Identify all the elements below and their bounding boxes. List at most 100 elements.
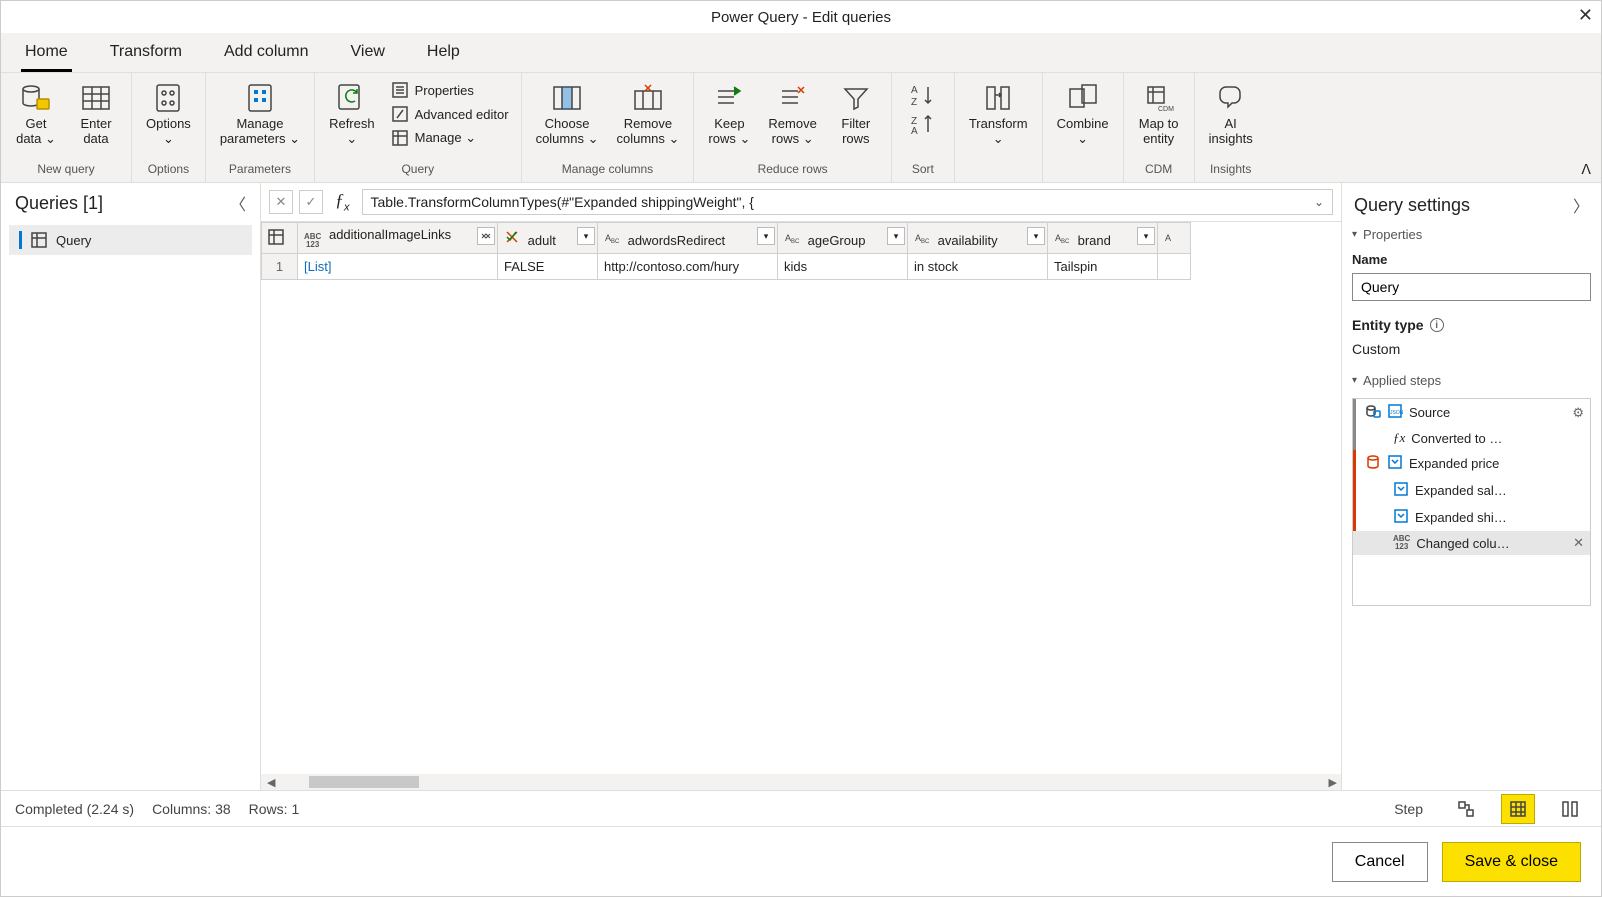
tab-add-column[interactable]: Add column: [220, 37, 313, 72]
col-label: adult: [528, 233, 556, 248]
manage-parameters-button[interactable]: Manage parameters ⌄: [214, 77, 306, 151]
type-text-icon: A: [1164, 229, 1180, 245]
combine-icon: [1066, 81, 1100, 115]
col-filter-button[interactable]: ▾: [887, 227, 905, 245]
cancel-button[interactable]: Cancel: [1332, 842, 1428, 882]
advanced-editor-button[interactable]: Advanced editor: [387, 103, 513, 125]
ribbon-group-transform: Transform ⌄: [955, 73, 1043, 182]
schema-view-button[interactable]: [1553, 794, 1587, 824]
col-filter-button[interactable]: ▾: [1137, 227, 1155, 245]
horizontal-scrollbar[interactable]: ◀ ▶: [261, 774, 1341, 790]
data-grid[interactable]: ABC123 additionalImageLinks adult ▾ ABC: [261, 222, 1341, 774]
col-brand[interactable]: ABC brand ▾: [1048, 223, 1158, 254]
settings-collapse-icon[interactable]: 〉: [1573, 193, 1589, 217]
step-nav-button[interactable]: Step: [1380, 797, 1431, 821]
filter-rows-button[interactable]: Filter rows: [829, 77, 883, 151]
manage-button[interactable]: Manage ⌄: [387, 127, 513, 149]
cell[interactable]: [1158, 254, 1191, 280]
group-label-combine: [1081, 160, 1084, 180]
formula-text: Table.TransformColumnTypes(#"Expanded sh…: [371, 194, 754, 210]
ribbon-group-query: Refresh ⌄ Properties Advanced editor Man…: [315, 73, 521, 182]
cell[interactable]: Tailspin: [1048, 254, 1158, 280]
col-filter-button[interactable]: ▾: [577, 227, 595, 245]
combine-button[interactable]: Combine ⌄: [1051, 77, 1115, 151]
options-button[interactable]: Options ⌄: [140, 77, 197, 151]
transform-button[interactable]: Transform ⌄: [963, 77, 1034, 151]
step-expanded-price[interactable]: Expanded price: [1353, 450, 1590, 477]
properties-section-toggle[interactable]: Properties: [1352, 227, 1591, 242]
formula-bar: ✕ ✓ ƒx Table.TransformColumnTypes(#"Expa…: [261, 183, 1341, 222]
grid-icon: [79, 81, 113, 115]
choose-columns-button[interactable]: Choose columns ⌄: [530, 77, 605, 151]
keep-rows-button[interactable]: Keep rows ⌄: [702, 77, 756, 151]
status-rows: Rows: 1: [249, 801, 300, 817]
formula-cancel-button[interactable]: ✕: [269, 190, 293, 214]
combine-label: Combine ⌄: [1057, 117, 1109, 147]
queries-collapse-icon[interactable]: 〈: [230, 191, 246, 215]
tab-transform[interactable]: Transform: [106, 37, 186, 72]
fx-icon: ƒx: [1393, 430, 1405, 446]
window-title: Power Query - Edit queries: [711, 9, 891, 26]
cell[interactable]: kids: [778, 254, 908, 280]
step-label: Step: [1394, 801, 1423, 817]
query-name-input[interactable]: [1352, 273, 1591, 301]
applied-steps-list: JSON Source ⚙ ƒx Converted to … Expanded…: [1352, 398, 1591, 606]
col-availability[interactable]: ABC availability ▾: [908, 223, 1048, 254]
step-converted[interactable]: ƒx Converted to …: [1353, 426, 1590, 450]
ribbon-group-sort: AZ ZA Sort: [892, 73, 955, 182]
grid-view-button[interactable]: [1501, 794, 1535, 824]
svg-text:A: A: [1165, 233, 1171, 243]
remove-rows-button[interactable]: Remove rows ⌄: [762, 77, 822, 151]
info-icon[interactable]: i: [1430, 318, 1444, 332]
ai-insights-button[interactable]: AI insights: [1203, 77, 1259, 151]
remove-columns-button[interactable]: Remove columns ⌄: [610, 77, 685, 151]
expand-column-button[interactable]: [477, 227, 495, 245]
step-label: Source: [1409, 405, 1450, 420]
expand-step-icon: [1387, 454, 1403, 473]
tab-help[interactable]: Help: [423, 37, 464, 72]
properties-button[interactable]: Properties: [387, 79, 513, 101]
table-row[interactable]: 1 [List] FALSE http://contoso.com/hury k…: [262, 254, 1191, 280]
save-close-button[interactable]: Save & close: [1442, 842, 1581, 882]
refresh-button[interactable]: Refresh ⌄: [323, 77, 381, 151]
col-more[interactable]: A: [1158, 223, 1191, 254]
gear-icon[interactable]: ⚙: [1572, 405, 1584, 421]
formula-commit-button[interactable]: ✓: [299, 190, 323, 214]
get-data-button[interactable]: Get data ⌄: [9, 77, 63, 151]
cell[interactable]: FALSE: [498, 254, 598, 280]
query-list-item[interactable]: Query: [9, 225, 252, 255]
ribbon-group-combine: Combine ⌄: [1043, 73, 1124, 182]
cell[interactable]: http://contoso.com/hury: [598, 254, 778, 280]
sort-button[interactable]: AZ ZA: [900, 77, 946, 145]
col-additionalImageLinks[interactable]: ABC123 additionalImageLinks: [298, 223, 498, 254]
cell[interactable]: in stock: [908, 254, 1048, 280]
map-to-entity-button[interactable]: CDM Map to entity: [1132, 77, 1186, 151]
step-expanded-shipping[interactable]: Expanded shi…: [1353, 504, 1590, 531]
formula-input[interactable]: Table.TransformColumnTypes(#"Expanded sh…: [362, 189, 1334, 215]
diagram-view-button[interactable]: [1449, 794, 1483, 824]
col-ageGroup[interactable]: ABC ageGroup ▾: [778, 223, 908, 254]
step-expanded-sale[interactable]: Expanded sal…: [1353, 477, 1590, 504]
col-filter-button[interactable]: ▾: [1027, 227, 1045, 245]
cell[interactable]: [List]: [298, 254, 498, 280]
col-filter-button[interactable]: ▾: [757, 227, 775, 245]
tab-home[interactable]: Home: [21, 37, 72, 72]
enter-data-button[interactable]: Enter data: [69, 77, 123, 151]
close-icon[interactable]: ✕: [1578, 5, 1593, 26]
step-changed-column-type[interactable]: ABC123 Changed colu… ✕: [1353, 531, 1590, 555]
step-source[interactable]: JSON Source ⚙: [1353, 399, 1590, 426]
col-adwordsRedirect[interactable]: ABC adwordsRedirect ▾: [598, 223, 778, 254]
keep-rows-icon: [712, 81, 746, 115]
ribbon-collapse-button[interactable]: ᐱ: [1571, 157, 1601, 182]
col-label: additionalImageLinks: [329, 227, 451, 242]
table-corner[interactable]: [262, 223, 298, 254]
applied-steps-toggle[interactable]: Applied steps: [1352, 373, 1591, 388]
status-bar: Completed (2.24 s) Columns: 38 Rows: 1 S…: [1, 790, 1601, 826]
advanced-editor-label: Advanced editor: [415, 107, 509, 122]
col-adult[interactable]: adult ▾: [498, 223, 598, 254]
fx-icon: ƒx: [329, 190, 356, 214]
tab-view[interactable]: View: [347, 37, 389, 72]
delete-step-icon[interactable]: ✕: [1573, 535, 1584, 551]
formula-expand-icon[interactable]: ⌄: [1314, 195, 1324, 209]
scrollbar-thumb[interactable]: [309, 776, 419, 788]
